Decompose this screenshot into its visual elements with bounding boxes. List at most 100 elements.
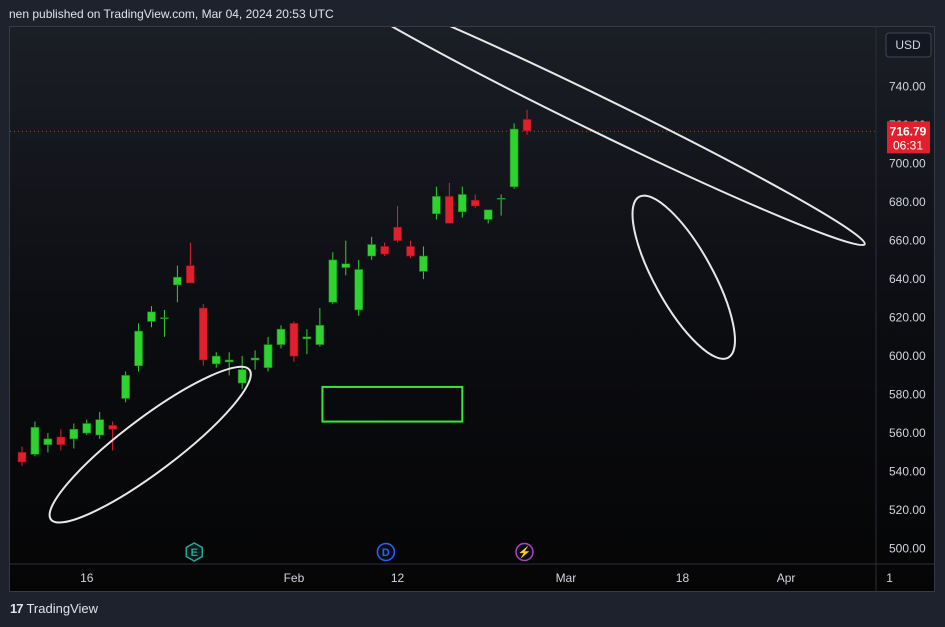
time-tick-label: 18 xyxy=(676,571,690,585)
candle-body xyxy=(367,244,376,257)
candle xyxy=(56,429,66,451)
last-price-value: 716.79 xyxy=(890,124,927,138)
price-chart[interactable]: E D ⚡ 500.00 520.00 540.00 560.00 580.00 600.00… xyxy=(10,27,935,592)
ellipse-drawing[interactable] xyxy=(35,348,266,541)
candle xyxy=(108,421,117,451)
countdown-value: 06:31 xyxy=(893,138,923,152)
candle-body xyxy=(95,419,104,436)
candle-body xyxy=(315,325,325,345)
candle-body xyxy=(211,355,221,365)
price-tick-label: 740.00 xyxy=(889,80,926,94)
time-tick-label: 1 xyxy=(886,571,893,585)
candle-body xyxy=(276,328,286,345)
candle-body xyxy=(69,428,79,440)
candle xyxy=(69,423,79,449)
tradingview-logo-icon: 17 xyxy=(10,601,24,616)
candle xyxy=(43,433,53,453)
price-tick-label: 580.00 xyxy=(889,388,926,402)
drawings[interactable] xyxy=(35,27,873,541)
candle-body xyxy=(445,196,454,224)
candle xyxy=(82,419,92,436)
candle xyxy=(419,246,428,280)
price-tick-label: 620.00 xyxy=(889,311,926,325)
candle xyxy=(147,306,156,328)
ellipse-drawing[interactable] xyxy=(322,27,873,260)
candle xyxy=(483,209,493,224)
candle xyxy=(211,352,221,368)
candle xyxy=(250,350,260,370)
brand-name: TradingView xyxy=(26,601,99,616)
candle-body xyxy=(302,336,312,340)
candle-body xyxy=(432,196,441,214)
candle xyxy=(199,304,208,366)
candle xyxy=(445,182,454,224)
candle xyxy=(380,242,389,257)
price-tick-label: 640.00 xyxy=(889,272,926,286)
candle xyxy=(393,206,402,243)
chart-area[interactable]: E D ⚡ 500.00 520.00 540.00 560.00 580.00 600.00… xyxy=(9,26,935,592)
candles xyxy=(17,109,532,466)
price-tick-label: 520.00 xyxy=(889,503,926,517)
currency-button[interactable]: USD xyxy=(885,32,932,58)
candle-body xyxy=(406,246,415,257)
svg-text:⚡: ⚡ xyxy=(518,546,532,559)
candle xyxy=(134,323,143,372)
candle-body xyxy=(263,344,273,368)
candle-body xyxy=(509,128,519,188)
candle-body xyxy=(82,423,92,434)
candle-body xyxy=(17,452,27,463)
candle xyxy=(224,352,234,376)
candle xyxy=(509,123,519,189)
candle-body xyxy=(457,194,467,213)
candle xyxy=(328,252,338,305)
candle xyxy=(160,309,169,337)
footer-brand[interactable]: 17 TradingView xyxy=(10,601,98,616)
time-tick-label: Apr xyxy=(777,571,796,585)
split-icon[interactable]: ⚡ xyxy=(515,542,534,562)
candle-body xyxy=(393,226,402,241)
candle-body xyxy=(134,330,143,367)
candle-body xyxy=(289,323,299,357)
candle-body xyxy=(341,263,351,268)
candle-body xyxy=(496,198,506,200)
price-tick-label: 560.00 xyxy=(889,426,926,440)
candle xyxy=(276,325,286,349)
candle-body xyxy=(30,427,40,455)
candle-body xyxy=(522,119,532,132)
price-tick-label: 600.00 xyxy=(889,349,926,363)
candle-body xyxy=(121,375,130,399)
event-badges[interactable]: E D ⚡ xyxy=(185,542,534,562)
rectangle-drawing[interactable] xyxy=(321,385,464,423)
candle xyxy=(263,336,273,372)
candle-body xyxy=(419,255,428,272)
candle-body xyxy=(173,276,182,286)
svg-text:E: E xyxy=(191,547,198,559)
price-tick-label: 500.00 xyxy=(889,542,926,556)
price-tick-label: 700.00 xyxy=(889,157,926,171)
currency-label: USD xyxy=(895,38,921,52)
candle xyxy=(367,236,376,260)
candle xyxy=(186,242,195,284)
candle-body xyxy=(380,246,389,255)
candle-body xyxy=(483,209,493,220)
candle xyxy=(17,446,27,466)
earnings-icon[interactable]: E xyxy=(185,542,203,562)
candle xyxy=(289,321,299,362)
candle-body xyxy=(160,317,169,319)
publish-info: nen published on TradingView.com, Mar 04… xyxy=(9,7,334,21)
candle xyxy=(457,186,467,218)
candle xyxy=(406,240,415,258)
axes: 500.00 520.00 540.00 560.00 580.00 600.00 620.… xyxy=(10,27,934,591)
candle xyxy=(121,371,130,403)
candle-body xyxy=(43,438,53,445)
candle xyxy=(496,194,506,216)
ellipse-drawing[interactable] xyxy=(614,183,754,372)
candle-body xyxy=(147,311,156,322)
candle-body xyxy=(328,259,338,303)
dividend-icon[interactable]: D xyxy=(376,542,396,562)
candle xyxy=(302,329,312,355)
price-tick-label: 540.00 xyxy=(889,465,926,479)
candle-body xyxy=(186,265,195,284)
candle-body xyxy=(354,269,364,311)
candle-body xyxy=(108,425,117,430)
